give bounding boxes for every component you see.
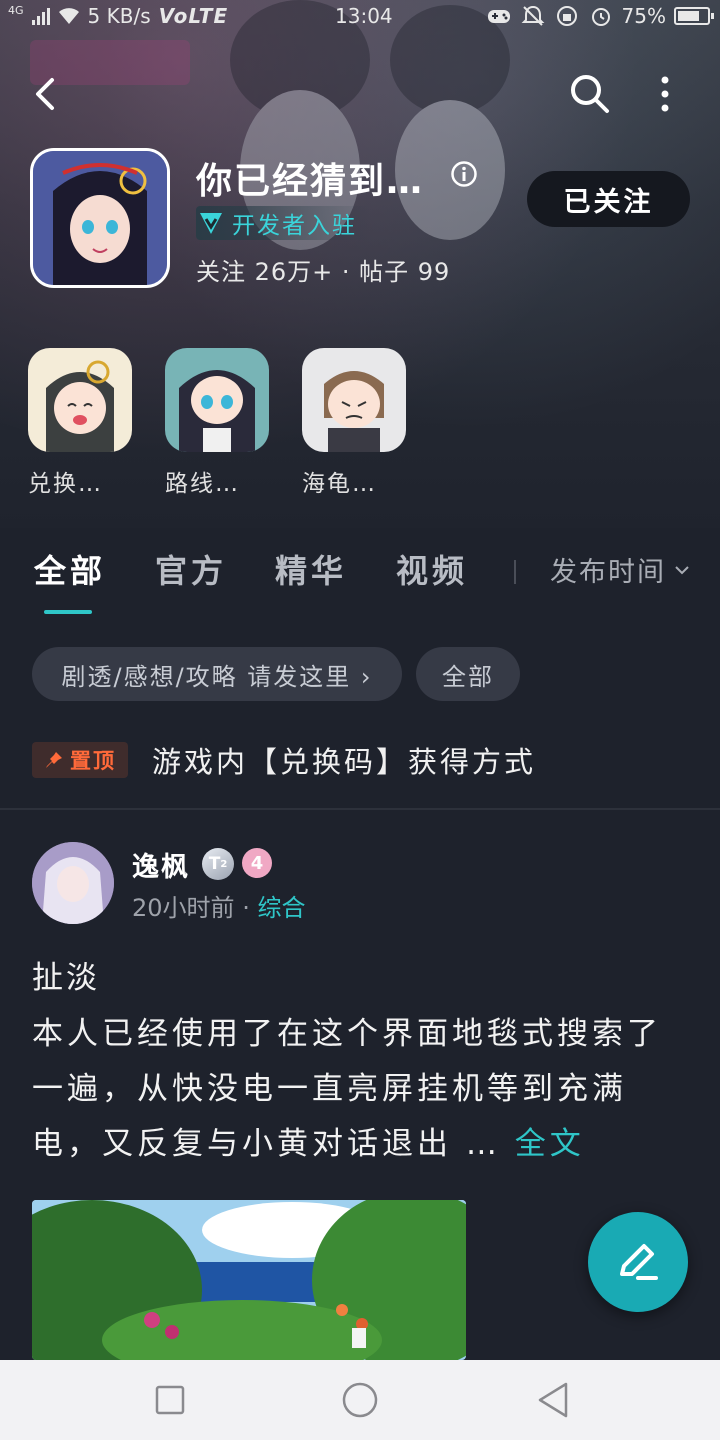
pinned-post[interactable]: 置顶 游戏内【兑换码】获得方式 [32, 740, 692, 780]
pencil-icon [620, 1244, 658, 1280]
quick-link-turtle[interactable]: 海龟… [302, 348, 408, 498]
post-category[interactable]: 综合 [257, 894, 305, 922]
network-type: 4G [8, 3, 24, 17]
sort-label: 发布时间 [550, 557, 666, 588]
full-text-link[interactable]: 全文 [515, 1126, 585, 1162]
battery-percent: 75% [621, 4, 666, 28]
author-avatar[interactable] [32, 842, 114, 924]
level-badge-sub: 2 [220, 858, 228, 870]
battery-icon [674, 7, 714, 25]
developer-badge: 开发者入驻 [196, 206, 371, 240]
divider [0, 808, 720, 810]
back-button[interactable] [26, 72, 66, 116]
post-title[interactable]: 扯淡 [32, 952, 100, 997]
tab-indicator [44, 610, 92, 614]
quick-link-label: 兑换… [28, 471, 103, 497]
post-time: 20小时前 [132, 894, 235, 922]
tab-all[interactable]: 全部 [34, 546, 106, 592]
system-nav-bar [0, 1360, 720, 1440]
recents-button[interactable] [148, 1378, 192, 1422]
compose-button[interactable] [588, 1212, 688, 1312]
tab-official[interactable]: 官方 [155, 546, 227, 592]
filter-chip-spoilers[interactable]: 剧透/感想/攻略 请发这里 › [32, 647, 402, 701]
forum-icon-art [33, 151, 167, 285]
battery-fill [678, 11, 699, 21]
meta-dot: · [242, 894, 250, 922]
status-bar: 4G 5 KB/s VoLTE 13:04 75% [0, 0, 720, 36]
chevron-down-icon [675, 565, 689, 574]
signal-icon [31, 7, 50, 25]
pinned-badge: 置顶 [32, 742, 128, 778]
rank-badge: 4 [242, 848, 272, 878]
wifi-icon [58, 8, 79, 24]
quick-link-routes[interactable]: 路线… [165, 348, 271, 498]
follow-button[interactable]: 已关注 [527, 171, 690, 227]
quick-link-image [165, 348, 269, 452]
verified-diamond-icon [200, 213, 222, 234]
mute-bell-icon [521, 5, 544, 26]
pin-icon [46, 752, 62, 768]
quick-link-label: 路线… [165, 471, 240, 497]
clock: 13:04 [335, 4, 393, 28]
gamepad-icon [487, 10, 510, 23]
rotation-lock-icon [556, 6, 577, 26]
filter-chip-all[interactable]: 全部 [416, 647, 520, 701]
quick-link-label: 海龟… [302, 471, 377, 497]
forum-icon [30, 148, 170, 288]
tab-bar: 全部 官方 精华 视频 发布时间 [0, 528, 720, 618]
tab-video[interactable]: 视频 [396, 546, 468, 592]
nav-back-button[interactable] [532, 1378, 576, 1422]
tab-featured[interactable]: 精华 [275, 546, 347, 592]
quick-link-redeem[interactable]: 兑换… [28, 348, 134, 498]
search-button[interactable] [566, 70, 612, 116]
forum-stats: 关注 26万+ · 帖子 99 [196, 258, 451, 286]
level-badge-letter: T [208, 854, 221, 874]
more-options-button[interactable] [650, 72, 680, 116]
quick-link-image [28, 348, 132, 452]
tab-divider [514, 560, 516, 584]
pinned-post-title: 游戏内【兑换码】获得方式 [152, 745, 537, 779]
forum-title: 你已经猜到… [196, 161, 425, 202]
post-meta: 20小时前 · 综合 [132, 888, 305, 923]
volte-indicator: VoLTE [158, 4, 229, 28]
quick-link-image [302, 348, 406, 452]
level-badge: T2 [202, 848, 234, 880]
alarm-icon [591, 8, 610, 26]
home-button[interactable] [338, 1378, 382, 1422]
sort-dropdown[interactable]: 发布时间 [550, 550, 690, 589]
post-image[interactable] [32, 1200, 466, 1360]
author-name[interactable]: 逸枫 [132, 845, 190, 884]
post-body[interactable]: 本人已经使用了在这个界面地毯式搜索了一遍，从快没电一直亮屏挂机等到充满电，又反复… [32, 1007, 682, 1172]
pinned-badge-label: 置顶 [70, 749, 116, 773]
network-speed: 5 KB/s [87, 4, 151, 28]
info-icon[interactable] [450, 160, 478, 188]
developer-badge-label: 开发者入驻 [232, 213, 357, 239]
